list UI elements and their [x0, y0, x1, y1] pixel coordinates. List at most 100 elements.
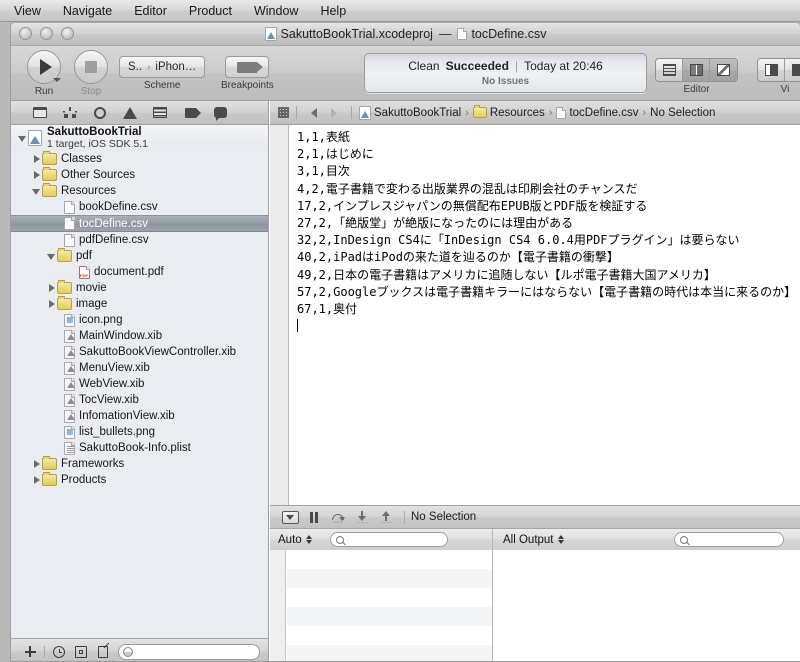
code-line: 4,2,電子書籍で変わる出版業界の混乱は印刷会社のチャンスだ: [297, 181, 638, 196]
issue-navigator-icon[interactable]: [115, 102, 145, 124]
toggle-debug-button[interactable]: [785, 59, 800, 81]
toggle-navigator-button[interactable]: [758, 59, 785, 81]
run-button[interactable]: [27, 50, 61, 84]
menu-item-product[interactable]: Product: [178, 0, 243, 22]
variables-scope-popup[interactable]: Auto: [278, 534, 312, 546]
breadcrumb-label: Resources: [489, 106, 545, 119]
tree-row-movie[interactable]: movie: [11, 280, 268, 296]
disclosure-triangle-icon[interactable]: [31, 459, 42, 470]
tree-row-mainwindow-xib[interactable]: MainWindow.xib: [11, 328, 268, 344]
view-label: Vi: [780, 84, 790, 95]
step-over-icon[interactable]: [326, 506, 350, 528]
disclosure-triangle-icon[interactable]: [31, 475, 42, 486]
code-line: 32,2,InDesign CS4に「InDesign CS4 6.0.4用PD…: [297, 233, 740, 248]
console-view[interactable]: [493, 550, 800, 662]
menu-item-window[interactable]: Window: [243, 0, 309, 22]
tree-row-info-plist[interactable]: SakuttoBook-Info.plist: [11, 440, 268, 456]
tree-item-label: SakuttoBook-Info.plist: [79, 442, 191, 454]
tree-row-other-sources[interactable]: Other Sources: [11, 167, 268, 183]
tree-row-image[interactable]: image: [11, 296, 268, 312]
tree-row-classes[interactable]: Classes: [11, 151, 268, 167]
tree-item-label: TocView.xib: [79, 394, 139, 406]
filter-input[interactable]: [118, 643, 260, 660]
tree-row-document-pdf[interactable]: document.pdf: [11, 264, 268, 280]
console-output-popup[interactable]: All Output: [503, 534, 564, 546]
disclosure-triangle-icon[interactable]: [17, 133, 28, 144]
minimize-button[interactable]: [40, 27, 53, 40]
breakpoints-toggle[interactable]: [225, 56, 270, 78]
stop-group: Stop: [74, 50, 108, 97]
tree-item-label: WebView.xib: [79, 378, 145, 390]
tree-item-label: Frameworks: [61, 458, 125, 470]
editor-text-area[interactable]: 1,1,表紙 2,1,はじめに 3,1,目次 4,2,電子書籍で変わる出版業界の混乱は…: [289, 125, 800, 506]
project-name: SakuttoBookTrial: [47, 126, 142, 138]
breadcrumb-item-file[interactable]: tocDefine.csv: [556, 106, 639, 119]
zoom-button[interactable]: [61, 27, 74, 40]
tree-row-infomationview-xib[interactable]: InfomationView.xib: [11, 408, 268, 424]
source-editor[interactable]: 1,1,表紙 2,1,はじめに 3,1,目次 4,2,電子書籍で変わる出版業界の混乱は…: [270, 125, 800, 506]
version-editor-button[interactable]: [710, 59, 737, 81]
activity-status-panel[interactable]: Clean Succeeded | Today at 20:46 No Issu…: [364, 53, 647, 93]
view-toggle-segmented: [757, 58, 800, 82]
project-navigator-icon[interactable]: [25, 102, 55, 124]
variables-view[interactable]: [270, 550, 493, 662]
breakpoint-navigator-icon[interactable]: [175, 102, 205, 124]
tree-row-pdfdefine[interactable]: pdfDefine.csv: [11, 232, 268, 248]
stop-button[interactable]: [74, 50, 108, 84]
test-navigator-icon[interactable]: [145, 102, 175, 124]
unsaved-files-icon[interactable]: [92, 640, 114, 662]
tree-row-viewcontroller-xib[interactable]: SakuttoBookViewController.xib: [11, 344, 268, 360]
step-out-icon[interactable]: [374, 506, 398, 528]
tree-row-frameworks[interactable]: Frameworks: [11, 456, 268, 472]
tree-row-products[interactable]: Products: [11, 472, 268, 488]
disclosure-triangle-icon[interactable]: [46, 251, 57, 262]
disclosure-triangle-icon[interactable]: [46, 299, 57, 310]
toggle-console-icon[interactable]: [278, 506, 302, 528]
related-items-icon[interactable]: [278, 107, 289, 118]
close-button[interactable]: [19, 27, 32, 40]
scheme-selector[interactable]: S.. › iPhon…: [119, 56, 206, 78]
code-line: 67,1,奥付: [297, 302, 358, 317]
variables-search-input[interactable]: [329, 532, 448, 547]
console-search-input[interactable]: [673, 532, 784, 547]
csv-file-icon: [64, 233, 75, 247]
search-navigator-icon[interactable]: [85, 102, 115, 124]
breadcrumb-item-resources[interactable]: Resources: [472, 105, 545, 119]
disclosure-triangle-icon[interactable]: [46, 283, 57, 294]
tree-row-bookdefine[interactable]: bookDefine.csv: [11, 199, 268, 215]
disclosure-triangle-icon[interactable]: [31, 154, 42, 165]
tree-row-project[interactable]: SakuttoBookTrial 1 target, iOS SDK 5.1: [11, 125, 268, 151]
log-navigator-icon[interactable]: [205, 102, 235, 124]
tree-row-menuview-xib[interactable]: MenuView.xib: [11, 360, 268, 376]
menu-item-help[interactable]: Help: [309, 0, 357, 22]
project-file-tree[interactable]: SakuttoBookTrial 1 target, iOS SDK 5.1 C…: [11, 125, 268, 638]
assistant-editor-button[interactable]: [683, 59, 710, 81]
debug-panes: [270, 550, 800, 662]
version-editor-icon: [717, 64, 730, 76]
tree-row-pdf-folder[interactable]: pdf: [11, 248, 268, 264]
symbol-navigator-icon[interactable]: [55, 102, 85, 124]
tree-row-list-bullets-png[interactable]: list_bullets.png: [11, 424, 268, 440]
menu-item-navigate[interactable]: Navigate: [52, 0, 123, 22]
source-control-icon[interactable]: [70, 640, 92, 662]
add-icon[interactable]: [19, 640, 41, 662]
scheme-label: Scheme: [143, 80, 181, 91]
back-arrow-icon[interactable]: [311, 107, 317, 118]
tree-row-webview-xib[interactable]: WebView.xib: [11, 376, 268, 392]
disclosure-triangle-icon[interactable]: [31, 186, 42, 197]
step-into-icon[interactable]: [350, 506, 374, 528]
tree-row-icon-png[interactable]: icon.png: [11, 312, 268, 328]
menu-item-editor[interactable]: Editor: [123, 0, 178, 22]
disclosure-triangle-icon[interactable]: [31, 170, 42, 181]
tree-row-tocdefine[interactable]: tocDefine.csv: [11, 215, 268, 232]
breadcrumb-item-selection[interactable]: No Selection: [650, 107, 715, 119]
menu-item-view[interactable]: View: [0, 0, 52, 22]
standard-editor-button[interactable]: [656, 59, 683, 81]
breadcrumb-item-project[interactable]: SakuttoBookTrial: [359, 105, 461, 120]
folder-icon: [57, 248, 72, 262]
tree-row-tocview-xib[interactable]: TocView.xib: [11, 392, 268, 408]
tree-row-resources[interactable]: Resources: [11, 183, 268, 199]
recent-files-icon[interactable]: [48, 640, 70, 662]
pause-icon[interactable]: [302, 506, 326, 528]
forward-arrow-icon[interactable]: [331, 107, 337, 118]
